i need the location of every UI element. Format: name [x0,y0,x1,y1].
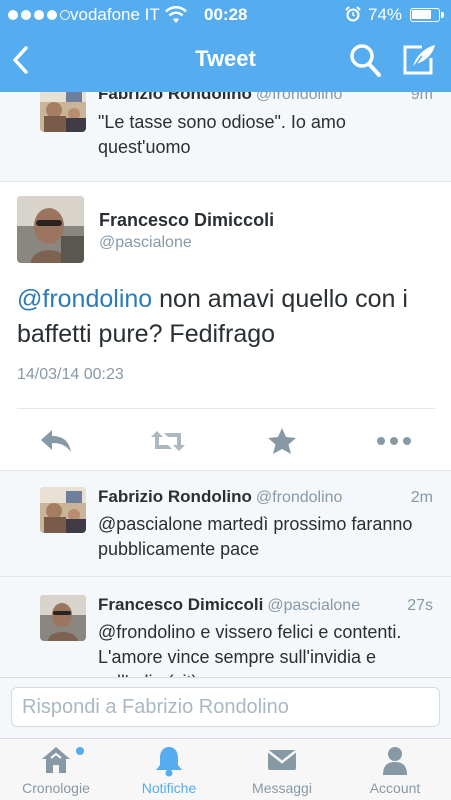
tweet-detail-content[interactable]: Fabrizio Rondolino @frondolino 9m "Le tas… [0,92,451,677]
search-icon [350,44,381,77]
tweet-timestamp: 27s [407,597,433,614]
alarm-clock-icon [345,6,361,27]
tweet-author-name[interactable]: Fabrizio Rondolino @frondolino [98,487,342,507]
wifi-icon [165,6,187,29]
reply-button[interactable] [36,425,76,457]
tweet-timestamp: 2m [410,489,433,506]
tab-account[interactable]: Account [339,739,451,800]
tweet-text: @frondolino e vissero felici e contenti.… [98,622,402,677]
tab-label: Account [369,780,421,796]
favorite-star-icon [268,428,296,454]
compose-tweet-button[interactable] [400,42,438,78]
avatar[interactable] [40,595,86,641]
tab-label: Messaggi [252,780,312,796]
retweet-icon [151,431,185,451]
avatar[interactable] [40,92,86,132]
tweet-timestamp: 9m [410,92,433,103]
tweet-author-name[interactable]: Francesco Dimiccoli @pascialone [98,595,360,615]
tweet-text: @pascialone martedì prossimo faranno pub… [98,514,413,559]
page-title: Tweet [195,46,256,71]
reply-composer [0,677,451,738]
app-header: vodafone IT 00:28 74% Tweet [0,0,451,92]
person-icon [383,747,407,775]
compose-icon [403,45,435,75]
tweet-author-name[interactable]: Fabrizio Rondolino @frondolino [98,92,342,104]
status-bar: vodafone IT 00:28 74% [0,0,451,30]
signal-strength-icon [8,10,70,20]
list-item[interactable]: Francesco Dimiccoli @pascialone 27s @fron… [0,577,451,677]
retweet-button[interactable] [148,425,188,457]
battery-icon [410,8,440,22]
search-button[interactable] [348,42,382,78]
tab-bar: Cronologie Notifiche Messaggi Account [0,738,451,800]
list-item[interactable]: Fabrizio Rondolino @frondolino 2m @pascia… [0,471,451,577]
reply-input[interactable] [11,687,440,727]
home-icon [42,747,70,773]
tweet-author-handle[interactable]: @pascialone [99,234,192,252]
tweet-date: 14/03/14 00:23 [17,366,124,383]
tweet-text: @frondolino non amavi quello con i baffe… [17,282,437,352]
tab-label: Notifiche [141,780,197,796]
unread-dot [76,747,84,755]
carrier-name: vodafone IT [70,5,160,24]
status-time: 00:28 [204,5,248,24]
tweet-text: "Le tasse sono odiose". Io amo quest'uom… [98,112,346,157]
avatar[interactable] [40,487,86,533]
nav-bar: Tweet [0,30,451,92]
mention-link[interactable]: @frondolino [17,285,152,313]
list-item[interactable]: Fabrizio Rondolino @frondolino 9m "Le tas… [0,92,451,182]
battery-tip [441,12,444,18]
tab-messaggi[interactable]: Messaggi [226,739,338,800]
favorite-button[interactable] [262,425,302,457]
more-dots-icon [377,437,411,445]
tab-notifiche[interactable]: Notifiche [113,739,225,800]
more-options-button[interactable] [374,425,414,457]
tab-cronologie[interactable]: Cronologie [0,739,112,800]
envelope-icon [267,750,297,770]
tweet-actions [0,409,451,471]
avatar[interactable] [17,196,84,263]
main-tweet: Francesco Dimiccoli @pascialone @frondol… [0,182,451,471]
battery-percentage: 74% [368,5,403,24]
tweet-author-name[interactable]: Francesco Dimiccoli [99,210,274,231]
reply-icon [41,430,71,452]
tab-label: Cronologie [22,780,90,796]
bell-icon [156,747,182,777]
